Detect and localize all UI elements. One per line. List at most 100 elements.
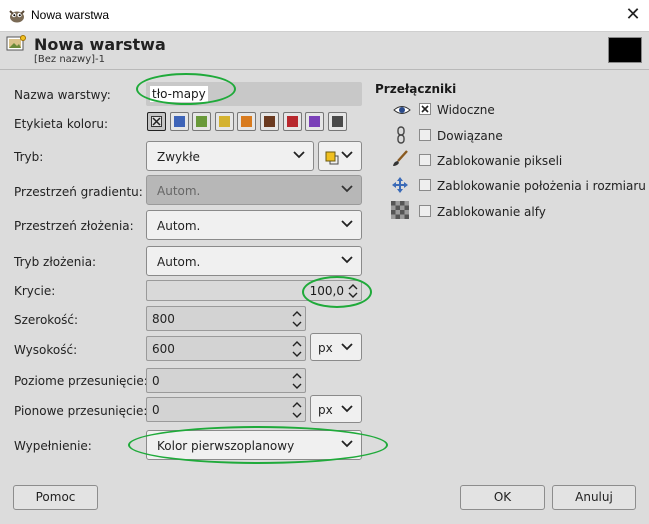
layer-name-input[interactable]: tło-mapy <box>146 82 362 106</box>
composite-mode-label: Tryb złożenia: <box>14 255 97 269</box>
offset-y-label: Pionowe przesunięcie: <box>14 404 148 418</box>
lock-position-checkbox[interactable] <box>419 179 431 191</box>
color-tag-swatch[interactable] <box>192 112 212 131</box>
visible-label: Widoczne <box>437 103 495 117</box>
mode-group-select[interactable] <box>318 141 362 171</box>
opacity-value: 100,0 <box>309 284 344 298</box>
chevron-down-icon <box>341 343 353 351</box>
color-tag-fill <box>173 116 185 127</box>
mode-value: Zwykłe <box>157 150 200 164</box>
cancel-button[interactable]: Anuluj <box>552 485 636 510</box>
fill-select[interactable]: Kolor pierwszoplanowy <box>146 430 362 460</box>
gradient-space-label: Przestrzeń gradientu: <box>14 185 143 199</box>
color-tag-swatch[interactable] <box>282 112 302 131</box>
check-mark-icon <box>421 105 429 113</box>
spin-arrows-icon[interactable] <box>291 308 303 330</box>
mode-select[interactable]: Zwykłe <box>146 141 314 171</box>
spin-arrows-icon[interactable] <box>291 399 303 421</box>
new-layer-icon <box>6 35 26 51</box>
chevron-down-icon <box>341 405 353 413</box>
color-tag-swatch[interactable] <box>169 112 189 131</box>
color-tag-swatch[interactable] <box>214 112 234 131</box>
color-tag-swatch[interactable] <box>260 112 279 131</box>
color-tag-swatch[interactable] <box>237 112 257 131</box>
color-tag-fill <box>286 116 298 127</box>
color-tag-fill <box>196 116 208 127</box>
checker-icon <box>391 201 409 219</box>
width-label: Szerokość: <box>14 313 79 327</box>
lock-position-label: Zablokowanie położenia i rozmiaru <box>437 179 646 193</box>
color-tag-swatch[interactable] <box>305 112 325 131</box>
fill-value: Kolor pierwszoplanowy <box>157 439 295 453</box>
color-tag-fill <box>218 116 230 127</box>
visible-checkbox[interactable] <box>419 103 431 115</box>
color-tag-fill <box>331 116 343 127</box>
offset-unit-value: px <box>318 403 333 417</box>
brush-icon <box>393 150 408 166</box>
composite-space-select[interactable]: Autom. <box>146 210 362 240</box>
color-tag-label: Etykieta koloru: <box>14 117 109 131</box>
lock-alpha-label: Zablokowanie alfy <box>437 205 546 219</box>
chevron-down-icon <box>341 256 353 264</box>
layer-name-label: Nazwa warstwy: <box>14 88 111 102</box>
chevron-down-icon <box>341 220 353 228</box>
move-icon <box>392 177 408 193</box>
lock-alpha-checkbox[interactable] <box>419 205 431 217</box>
window-title: Nowa warstwa <box>31 8 110 22</box>
layer-mode-icon <box>325 151 339 165</box>
dialog-title: Nowa warstwa <box>34 35 166 54</box>
offset-y-value: 0 <box>152 403 160 417</box>
gradient-space-select[interactable]: Autom. <box>146 175 362 205</box>
close-icon[interactable]: ✕ <box>622 4 644 26</box>
color-tag-fill <box>241 116 253 127</box>
chevron-down-icon <box>341 151 353 159</box>
color-tag-none[interactable] <box>147 112 166 131</box>
linked-checkbox[interactable] <box>419 129 431 141</box>
header-divider <box>0 69 649 70</box>
composite-space-value: Autom. <box>157 219 201 233</box>
composite-mode-value: Autom. <box>157 255 201 269</box>
image-name: [Bez nazwy]-1 <box>34 54 106 65</box>
offset-y-spinbox[interactable]: 0 <box>146 397 306 422</box>
spin-arrows-icon[interactable] <box>291 370 303 392</box>
chevron-down-icon <box>341 440 353 448</box>
gimp-app-icon <box>9 10 25 23</box>
spin-arrows-icon[interactable] <box>347 282 359 300</box>
foreground-color-swatch <box>608 37 642 63</box>
layer-name-value: tło-mapy <box>150 86 208 102</box>
width-value: 800 <box>152 312 175 326</box>
color-tag-swatch[interactable] <box>327 112 347 131</box>
width-spinbox[interactable]: 800 <box>146 306 306 331</box>
composite-mode-select[interactable]: Autom. <box>146 246 362 276</box>
help-button[interactable]: Pomoc <box>13 485 98 510</box>
opacity-label: Krycie: <box>14 284 56 298</box>
dialog-header: Nowa warstwa [Bez nazwy]-1 <box>0 32 649 67</box>
title-bar: Nowa warstwa ✕ <box>0 0 649 32</box>
size-unit-select[interactable]: px <box>310 333 362 361</box>
ok-button[interactable]: OK <box>460 485 545 510</box>
chevron-down-icon <box>341 185 353 193</box>
offset-unit-select[interactable]: px <box>310 395 362 423</box>
chevron-down-icon <box>293 151 305 159</box>
fill-label: Wypełnienie: <box>14 439 92 453</box>
offset-x-spinbox[interactable]: 0 <box>146 368 306 393</box>
eye-icon <box>393 106 411 114</box>
switches-title: Przełączniki <box>375 82 457 96</box>
mode-label: Tryb: <box>14 150 44 164</box>
chain-icon <box>397 126 405 144</box>
lock-pixels-label: Zablokowanie pikseli <box>437 154 563 168</box>
size-unit-value: px <box>318 341 333 355</box>
gradient-space-value: Autom. <box>157 184 201 198</box>
height-value: 600 <box>152 342 175 356</box>
linked-label: Dowiązane <box>437 129 503 143</box>
color-tag-fill <box>309 116 321 127</box>
spin-arrows-icon[interactable] <box>291 338 303 360</box>
opacity-slider[interactable]: 100,0 <box>146 280 362 301</box>
color-tag-fill <box>264 116 275 127</box>
offset-x-value: 0 <box>152 374 160 388</box>
height-spinbox[interactable]: 600 <box>146 336 306 361</box>
none-x-icon <box>151 116 162 127</box>
composite-space-label: Przestrzeń złożenia: <box>14 219 134 233</box>
lock-pixels-checkbox[interactable] <box>419 154 431 166</box>
height-label: Wysokość: <box>14 343 78 357</box>
